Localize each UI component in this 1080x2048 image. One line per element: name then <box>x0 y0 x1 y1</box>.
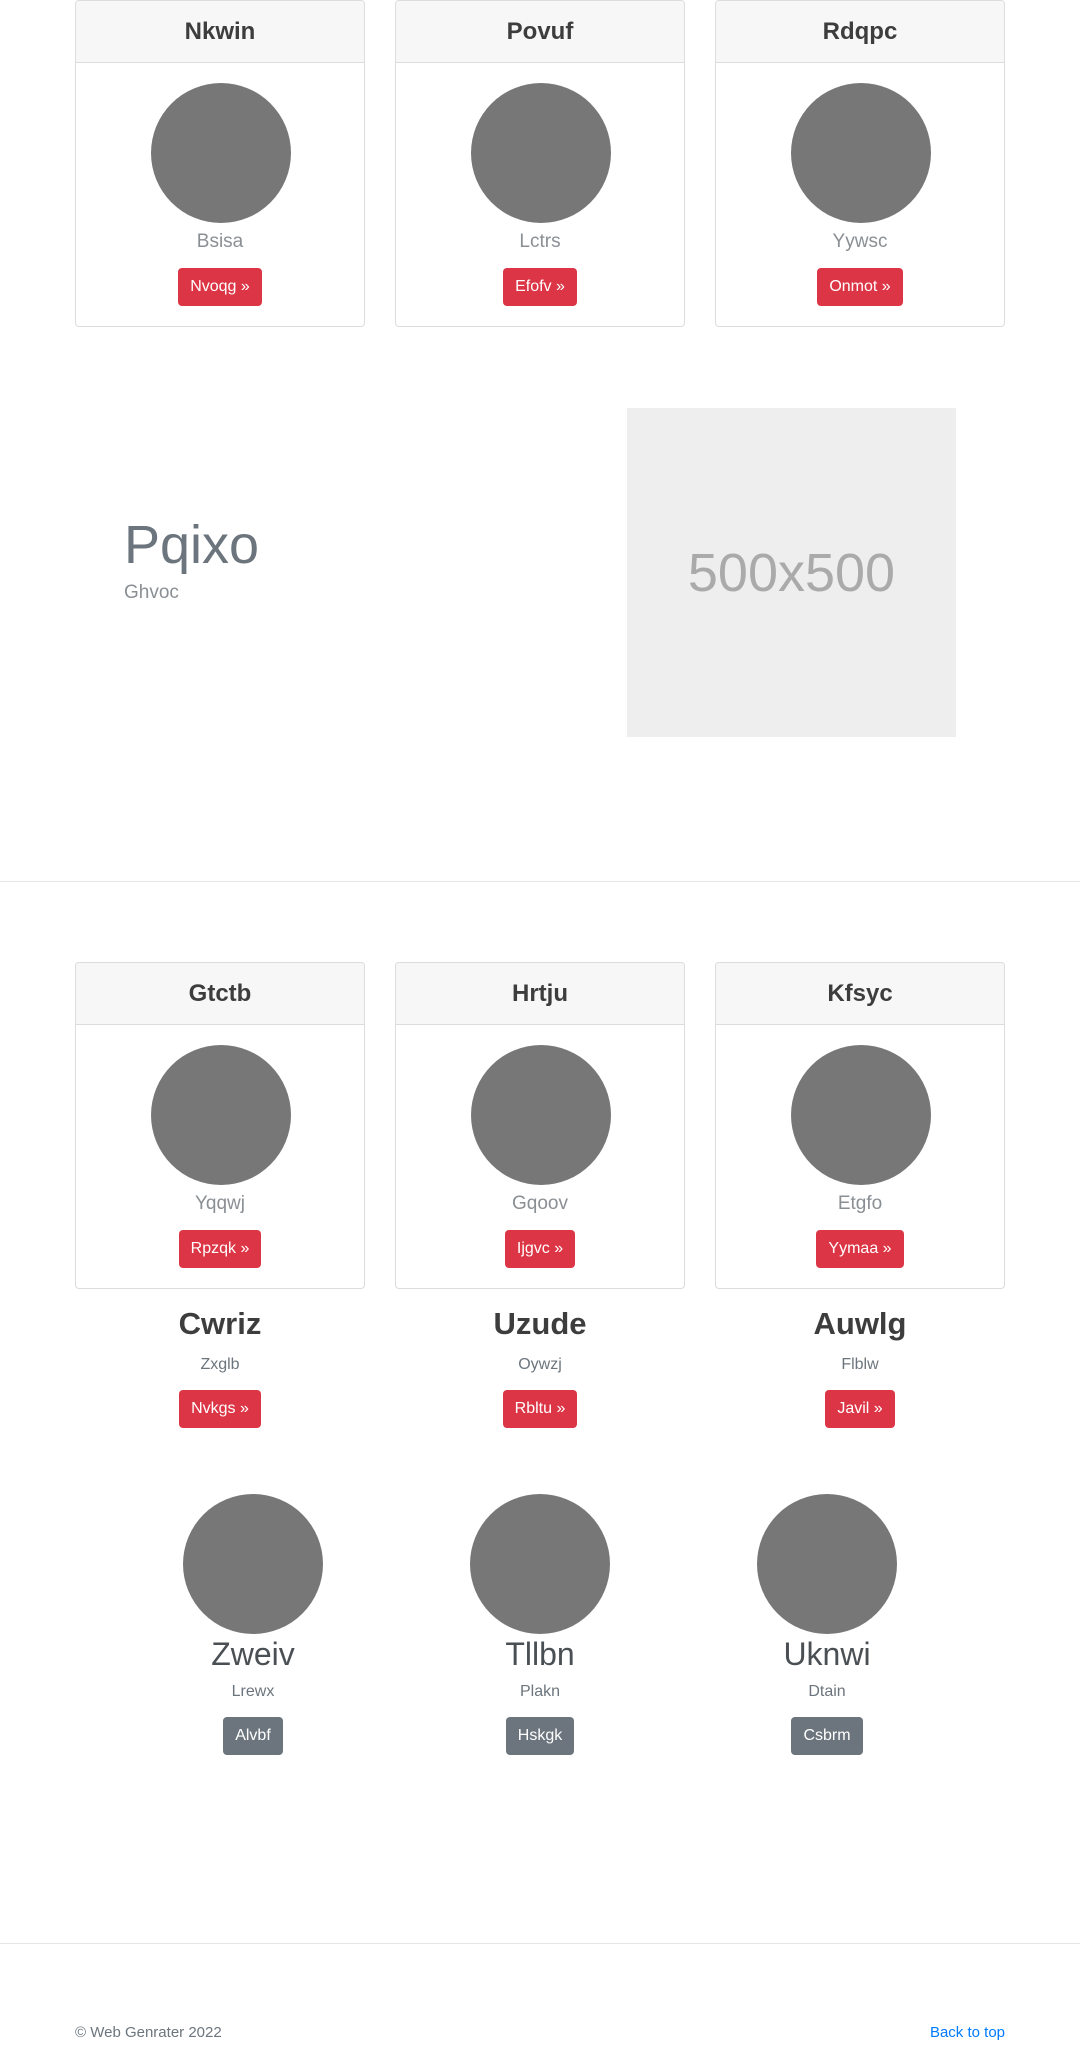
column-title: Auwlg <box>813 1306 907 1341</box>
profile-card: Rdqpc Yywsc Onmot » <box>715 0 1005 327</box>
top-card-row: Nkwin Bsisa Nvoqg » Povuf Lctrs Efofv » … <box>75 0 1005 327</box>
card-title: Kfsyc <box>716 963 1004 1025</box>
card-title: Povuf <box>396 1 684 63</box>
column-subtitle: Lrewx <box>231 1683 275 1700</box>
column-title: Uknwi <box>783 1636 871 1672</box>
card-action-button[interactable]: Nvoqg » <box>178 268 262 306</box>
column-subtitle: Plakn <box>519 1683 561 1700</box>
avatar-placeholder <box>471 83 611 223</box>
card-title: Rdqpc <box>716 1 1004 63</box>
card-subtitle: Yqqwj <box>194 1193 245 1214</box>
column-title: Zweiv <box>211 1636 295 1672</box>
back-to-top-link[interactable]: Back to top <box>930 2024 1005 2041</box>
column-action-button[interactable]: Hskgk <box>505 1717 575 1755</box>
media-column: Tllbn Plakn Hskgk <box>430 1494 650 1755</box>
card-title: Gtctb <box>76 963 364 1025</box>
footer-divider <box>0 1943 1080 1944</box>
column-title: Uzude <box>493 1306 587 1341</box>
column-action-button[interactable]: Javil » <box>825 1390 895 1428</box>
feature-heading: Pqixo <box>124 515 260 575</box>
text-column: Auwlg Flblw Javil » <box>715 1306 1005 1428</box>
column-subtitle: Oywzj <box>518 1356 562 1373</box>
card-action-button[interactable]: Ijgvc » <box>504 1230 576 1268</box>
column-title: Cwriz <box>178 1306 262 1341</box>
card-subtitle: Etgfo <box>837 1193 883 1214</box>
card-action-button[interactable]: Rpzqk » <box>178 1230 262 1268</box>
avatar-placeholder <box>791 1045 931 1185</box>
profile-card: Gtctb Yqqwj Rpzqk » <box>75 962 365 1289</box>
text-column: Uzude Oywzj Rbltu » <box>395 1306 685 1428</box>
profile-card: Kfsyc Etgfo Yymaa » <box>715 962 1005 1289</box>
image-placeholder: 500x500 <box>627 408 956 737</box>
media-column: Zweiv Lrewx Alvbf <box>143 1494 363 1755</box>
column-action-button[interactable]: Alvbf <box>223 1717 283 1755</box>
card-subtitle: Bsisa <box>196 231 244 252</box>
text-column: Cwriz Zxglb Nvkgs » <box>75 1306 365 1428</box>
column-subtitle: Zxglb <box>200 1356 240 1373</box>
column-action-button[interactable]: Nvkgs » <box>179 1390 261 1428</box>
card-subtitle: Lctrs <box>519 231 561 252</box>
card-subtitle: Gqoov <box>512 1193 568 1214</box>
avatar-placeholder <box>183 1494 323 1634</box>
card-action-button[interactable]: Yymaa » <box>816 1230 904 1268</box>
avatar-placeholder <box>151 1045 291 1185</box>
middle-card-row: Gtctb Yqqwj Rpzqk » Hrtju Gqoov Ijgvc » … <box>75 962 1005 1289</box>
avatar-placeholder <box>791 83 931 223</box>
column-subtitle: Flblw <box>841 1356 879 1373</box>
section-divider <box>0 881 1080 882</box>
profile-card: Povuf Lctrs Efofv » <box>395 0 685 327</box>
column-subtitle: Dtain <box>808 1683 846 1700</box>
card-action-button[interactable]: Efofv » <box>503 268 577 306</box>
card-action-button[interactable]: Onmot » <box>817 268 903 306</box>
avatar-placeholder <box>151 83 291 223</box>
card-title: Nkwin <box>76 1 364 63</box>
avatar-placeholder <box>471 1045 611 1185</box>
profile-card: Hrtju Gqoov Ijgvc » <box>395 962 685 1289</box>
profile-card: Nkwin Bsisa Nvoqg » <box>75 0 365 327</box>
card-title: Hrtju <box>396 963 684 1025</box>
column-action-button[interactable]: Rbltu » <box>502 1390 578 1428</box>
column-action-button[interactable]: Csbrm <box>791 1717 863 1755</box>
feature-subheading: Ghvoc <box>124 582 179 603</box>
card-subtitle: Yywsc <box>832 231 888 252</box>
avatar-placeholder <box>470 1494 610 1634</box>
media-column: Uknwi Dtain Csbrm <box>717 1494 937 1755</box>
footer-copyright: © Web Genrater 2022 <box>75 2024 222 2041</box>
avatar-placeholder <box>757 1494 897 1634</box>
column-title: Tllbn <box>505 1636 575 1672</box>
